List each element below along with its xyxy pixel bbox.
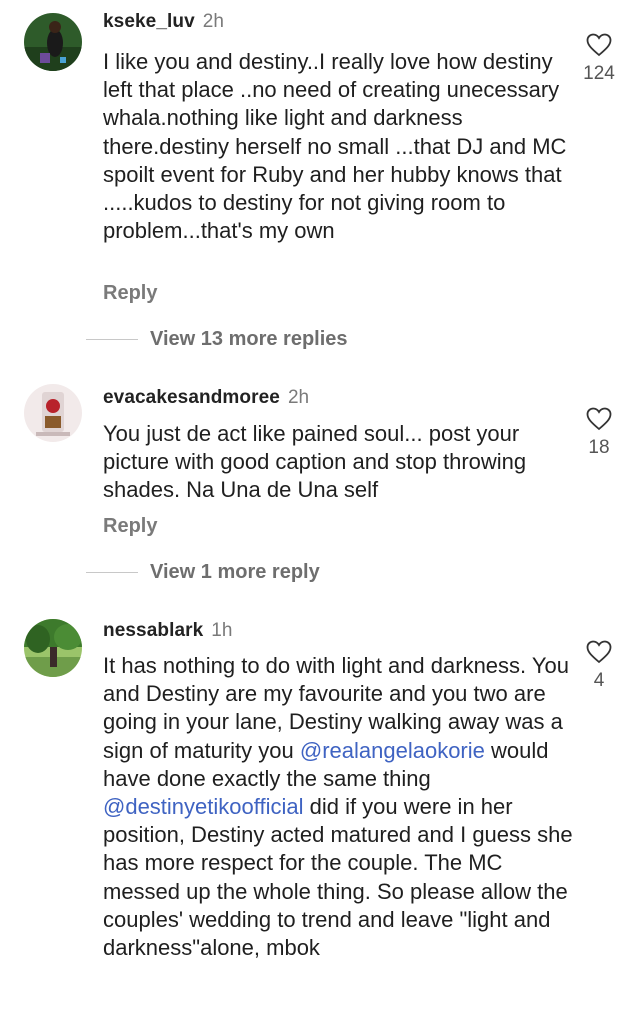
reply-button[interactable]: Reply	[103, 515, 157, 538]
comment-text: I like you and destiny..I really love ho…	[103, 49, 573, 244]
like-button[interactable]: 4	[574, 640, 624, 692]
like-count: 18	[588, 437, 610, 458]
comment-text: It has nothing to do with light and dark…	[103, 652, 573, 962]
comment-text: You just de act like pained soul... post…	[103, 421, 533, 503]
avatar[interactable]	[24, 13, 82, 71]
view-more-replies-button[interactable]: View 13 more replies	[86, 328, 348, 351]
username[interactable]: kseke_luv	[103, 11, 195, 32]
comment-header: evacakesandmoree 2h	[103, 387, 309, 409]
replies-divider	[86, 572, 138, 573]
heart-outline-icon	[586, 407, 612, 431]
heart-outline-icon	[586, 640, 612, 664]
mention-link[interactable]: @realangelaokorie	[300, 738, 485, 763]
timestamp: 2h	[202, 11, 224, 32]
timestamp: 1h	[211, 620, 233, 641]
mention-link[interactable]: @destinyetikoofficial	[103, 794, 303, 819]
username[interactable]: evacakesandmoree	[103, 387, 280, 408]
comment-header: kseke_luv 2h	[103, 11, 224, 33]
like-button[interactable]: 18	[574, 407, 624, 459]
comment-header: nessablark 1h	[103, 620, 232, 642]
view-replies-label: View 1 more reply	[150, 561, 320, 583]
avatar[interactable]	[24, 384, 82, 442]
like-count: 124	[583, 63, 615, 84]
view-replies-label: View 13 more replies	[150, 328, 348, 350]
heart-outline-icon	[586, 33, 612, 57]
replies-divider	[86, 339, 138, 340]
timestamp: 2h	[287, 387, 310, 408]
like-button[interactable]: 124	[574, 33, 624, 85]
reply-button[interactable]: Reply	[103, 282, 157, 305]
avatar[interactable]	[24, 619, 82, 677]
like-count: 4	[593, 670, 605, 691]
view-more-replies-button[interactable]: View 1 more reply	[86, 561, 320, 584]
username[interactable]: nessablark	[103, 620, 203, 641]
